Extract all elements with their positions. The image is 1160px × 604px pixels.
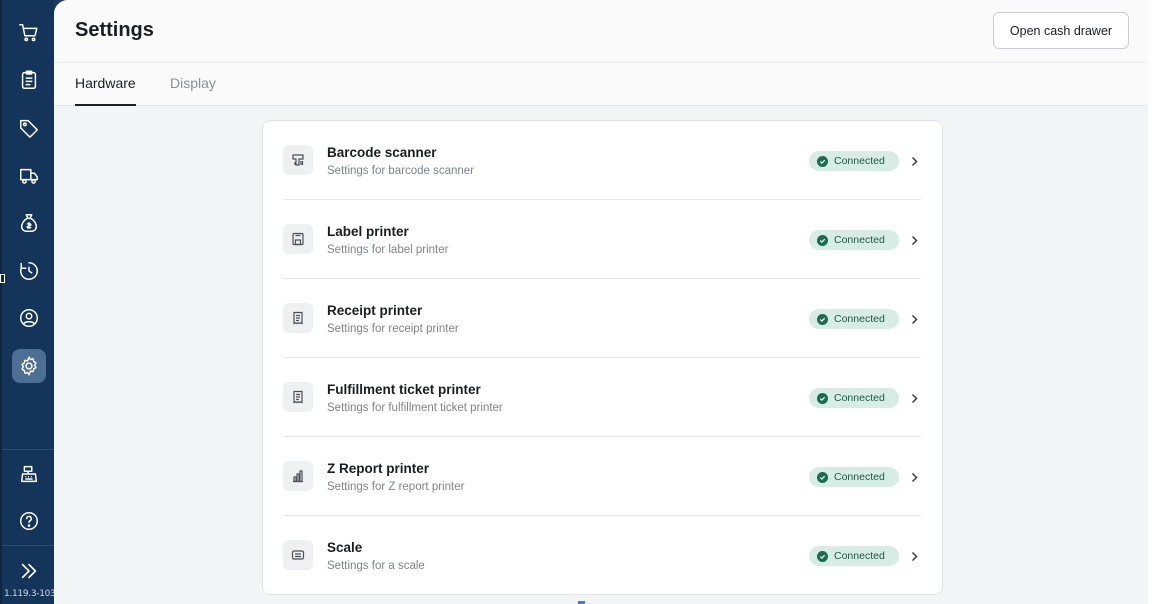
- truck-icon[interactable]: [12, 159, 46, 193]
- customer-search-icon[interactable]: [12, 301, 46, 335]
- money-bag-icon[interactable]: [12, 206, 46, 240]
- sidebar-divider: [2, 449, 56, 450]
- status-badge: Connected: [809, 230, 899, 250]
- window-edge-marker: [0, 274, 5, 283]
- device-row-label-printer[interactable]: Label printer Settings for label printer…: [283, 200, 921, 279]
- cash-register-icon[interactable]: [12, 457, 46, 491]
- chevron-right-icon[interactable]: [907, 469, 921, 485]
- device-row-z-report-printer[interactable]: Z Report printer Settings for Z report p…: [283, 437, 921, 516]
- status-text: Connected: [834, 392, 885, 404]
- check-icon: [817, 392, 828, 404]
- expand-icon[interactable]: [12, 554, 46, 588]
- status-text: Connected: [834, 234, 885, 246]
- help-icon[interactable]: [12, 504, 46, 538]
- open-cash-drawer-button[interactable]: Open cash drawer: [993, 12, 1129, 49]
- chevron-right-icon[interactable]: [907, 548, 921, 564]
- device-row-fulfillment-ticket-printer[interactable]: Fulfillment ticket printer Settings for …: [283, 358, 921, 437]
- status-text: Connected: [834, 550, 885, 562]
- receipt-icon: [283, 303, 313, 333]
- status-badge: Connected: [809, 388, 899, 408]
- bar-chart-icon: [283, 461, 313, 491]
- check-icon: [817, 471, 828, 483]
- scale-icon: [283, 540, 313, 570]
- tags-icon[interactable]: [12, 111, 46, 145]
- status-badge: Connected: [809, 467, 899, 487]
- check-icon: [817, 234, 828, 246]
- tab-display[interactable]: Display: [170, 75, 216, 106]
- device-subtitle: Settings for Z report printer: [327, 481, 465, 493]
- header-divider: [54, 62, 1148, 63]
- app-version: 1.119.3-103-: [4, 589, 59, 599]
- device-title: Scale: [327, 540, 363, 555]
- gear-icon[interactable]: [12, 349, 46, 383]
- chevron-right-icon[interactable]: [907, 311, 921, 327]
- device-row-receipt-printer[interactable]: Receipt printer Settings for receipt pri…: [283, 279, 921, 358]
- sidebar-divider: [2, 545, 56, 546]
- device-subtitle: Settings for a scale: [327, 560, 425, 572]
- check-icon: [817, 550, 828, 562]
- status-text: Connected: [834, 471, 885, 483]
- device-subtitle: Settings for fulfillment ticket printer: [327, 402, 503, 414]
- device-row-barcode-scanner[interactable]: Barcode scanner Settings for barcode sca…: [283, 121, 921, 200]
- device-title: Fulfillment ticket printer: [327, 382, 481, 397]
- device-subtitle: Settings for barcode scanner: [327, 165, 475, 177]
- check-icon: [817, 313, 828, 325]
- status-text: Connected: [834, 155, 885, 167]
- device-subtitle: Settings for label printer: [327, 244, 449, 256]
- status-badge: Connected: [809, 309, 899, 329]
- page-title: Settings: [75, 19, 154, 41]
- status-badge: Connected: [809, 546, 899, 566]
- page-header: Settings Open cash drawer Hardware Displ…: [54, 0, 1148, 106]
- ticket-icon: [283, 382, 313, 412]
- cart-icon[interactable]: [12, 16, 46, 50]
- hardware-devices-card: Barcode scanner Settings for barcode sca…: [262, 120, 943, 595]
- device-subtitle: Settings for receipt printer: [327, 323, 459, 335]
- tab-hardware[interactable]: Hardware: [75, 75, 136, 106]
- device-title: Barcode scanner: [327, 145, 437, 160]
- barcode-scanner-icon: [283, 145, 313, 175]
- status-badge: Connected: [809, 151, 899, 171]
- clipboard-icon[interactable]: [12, 63, 46, 97]
- sidebar: 1.119.3-103-: [0, 0, 59, 604]
- right-edge: [1148, 0, 1160, 604]
- chevron-right-icon[interactable]: [907, 390, 921, 406]
- label-printer-icon: [283, 224, 313, 254]
- device-title: Label printer: [327, 224, 409, 239]
- chevron-right-icon[interactable]: [907, 232, 921, 248]
- device-row-scale[interactable]: Scale Settings for a scale Connected: [283, 516, 921, 595]
- check-icon: [817, 155, 828, 167]
- main-panel: Settings Open cash drawer Hardware Displ…: [54, 0, 1160, 604]
- status-text: Connected: [834, 313, 885, 325]
- device-title: Z Report printer: [327, 461, 430, 476]
- device-title: Receipt printer: [327, 303, 423, 318]
- history-timer-icon[interactable]: [12, 254, 46, 288]
- chevron-right-icon[interactable]: [907, 153, 921, 169]
